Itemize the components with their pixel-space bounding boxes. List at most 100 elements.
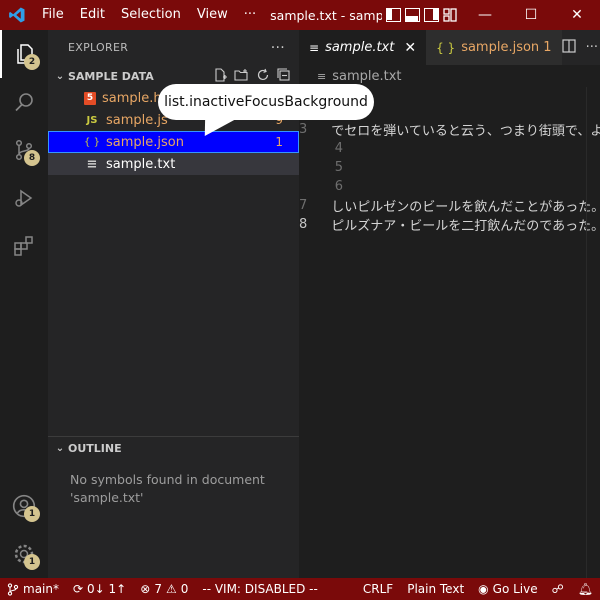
- menu-bar: File Edit Selection View ···: [34, 0, 264, 30]
- problems-status[interactable]: ⊗ 7 ⚠ 0: [133, 582, 195, 596]
- tab-label: sample.txt: [325, 40, 395, 55]
- language-status[interactable]: Plain Text: [400, 582, 471, 596]
- run-debug-icon: [15, 189, 33, 207]
- text-file-icon: ≡: [86, 156, 98, 172]
- feedback-status[interactable]: ☍: [545, 582, 571, 596]
- close-button[interactable]: ✕: [554, 0, 600, 30]
- json-file-icon: { }: [84, 136, 100, 148]
- bell-icon: 🔔︎: [577, 582, 593, 596]
- code-line: 6: [299, 177, 600, 196]
- title-bar: File Edit Selection View ··· sample.txt …: [0, 0, 600, 30]
- text-file-icon: ≡: [317, 69, 327, 83]
- new-folder-icon[interactable]: [234, 68, 249, 85]
- folder-name: SAMPLE DATA: [68, 69, 154, 83]
- explorer-activity[interactable]: 2: [0, 30, 48, 78]
- extensions-activity[interactable]: [0, 222, 48, 270]
- refresh-icon[interactable]: [256, 68, 270, 85]
- menu-selection[interactable]: Selection: [113, 0, 189, 30]
- tab-sample-txt[interactable]: ≡ sample.txt ✕: [299, 30, 427, 65]
- warning-count: 0: [180, 582, 189, 596]
- extensions-icon: [14, 236, 33, 256]
- search-icon: [15, 93, 33, 112]
- outline-section: ⌄ OUTLINE No symbols found in document '…: [48, 436, 299, 519]
- vim-status[interactable]: -- VIM: DISABLED --: [195, 582, 324, 596]
- error-icon: ⊗: [140, 582, 151, 596]
- window-title: sample.txt - sample data: [270, 7, 383, 23]
- vscode-logo-icon: [0, 0, 34, 30]
- accounts-activity[interactable]: 1: [0, 482, 48, 530]
- branch-name: main*: [23, 582, 59, 596]
- js-file-icon: JS: [86, 114, 98, 126]
- explorer-more-button[interactable]: ···: [271, 40, 285, 56]
- code-view[interactable]: 3 でセロを弾いていると云う、つまり街頭で、よく 4 5 6 7 しいピルゼンの…: [299, 120, 600, 234]
- code-line-current: 8 ピルズナア・ビールを二打飲んだのであった。: [299, 215, 600, 234]
- error-count: 7: [154, 582, 162, 596]
- sync-status[interactable]: ⟳ 0↓ 1↑: [66, 582, 133, 596]
- status-bar: main* ⟳ 0↓ 1↑ ⊗ 7 ⚠ 0 -- VIM: DISABLED -…: [0, 578, 600, 600]
- menu-more[interactable]: ···: [236, 0, 264, 30]
- tab-label: sample.json 1: [461, 40, 552, 55]
- branch-icon: [7, 582, 19, 596]
- code-line: 3 でセロを弾いていると云う、つまり街頭で、よく: [299, 120, 600, 139]
- theme-color-tooltip: list.inactiveFocusBackground: [158, 84, 374, 120]
- line-number: 4: [334, 141, 343, 156]
- sync-counts: 0↓ 1↑: [87, 582, 127, 596]
- problem-count: 1: [275, 135, 283, 149]
- warning-icon: ⚠: [165, 582, 177, 596]
- line-number: 7: [299, 198, 308, 213]
- code-line: 7 しいピルゼンのビールを飲んだことがあった。: [299, 196, 600, 215]
- vertical-scrollbar[interactable]: [586, 87, 600, 578]
- file-name: sample.json: [106, 134, 184, 150]
- toggle-panel-icon[interactable]: [405, 8, 421, 22]
- line-text: ピルズナア・ビールを二打飲んだのであった。: [331, 219, 600, 234]
- notifications-status[interactable]: 🔔︎: [571, 582, 600, 596]
- file-name: sample.js: [106, 112, 168, 128]
- line-text: しいピルゼンのビールを飲んだことがあった。: [331, 200, 600, 215]
- file-item-sample-txt[interactable]: ≡ sample.txt: [48, 153, 299, 175]
- manage-activity[interactable]: 1: [0, 530, 48, 578]
- scm-badge: 8: [24, 150, 40, 166]
- branch-status[interactable]: main*: [0, 582, 66, 596]
- tab-bar: ≡ sample.txt ✕ { } sample.json 1 ···: [299, 30, 600, 65]
- outline-section-header[interactable]: ⌄ OUTLINE: [48, 437, 299, 459]
- feedback-icon: ☍: [551, 582, 564, 596]
- settings-badge: 1: [24, 554, 40, 570]
- line-number: 5: [334, 160, 343, 175]
- accounts-badge: 1: [24, 506, 40, 522]
- outline-empty-message: No symbols found in document 'sample.txt…: [70, 472, 265, 505]
- editor-more-button[interactable]: ···: [586, 40, 598, 55]
- tab-sample-json[interactable]: { } sample.json 1: [426, 30, 562, 65]
- breadcrumb-file: sample.txt: [332, 68, 402, 84]
- explorer-title: EXPLORER: [68, 41, 129, 54]
- html-file-icon: 5: [84, 91, 96, 105]
- collapse-all-icon[interactable]: [277, 67, 291, 85]
- minimize-button[interactable]: —: [462, 0, 508, 30]
- split-editor-icon[interactable]: [561, 38, 576, 57]
- eol-status[interactable]: CRLF: [356, 582, 400, 596]
- go-live-label: Go Live: [492, 582, 538, 596]
- search-activity[interactable]: [0, 78, 48, 126]
- chevron-down-icon: ⌄: [55, 442, 65, 454]
- close-icon[interactable]: ✕: [404, 40, 416, 56]
- line-number: 8: [299, 217, 308, 232]
- toggle-sidebar-icon[interactable]: [386, 8, 402, 22]
- new-file-icon[interactable]: [213, 67, 227, 85]
- line-number: 6: [334, 179, 343, 194]
- broadcast-icon: ◉: [478, 582, 489, 596]
- sync-icon: ⟳: [72, 582, 84, 596]
- menu-file[interactable]: File: [34, 0, 72, 30]
- file-name: sample.txt: [106, 156, 176, 172]
- file-item-sample-json[interactable]: { } sample.json 1: [48, 131, 299, 153]
- run-debug-activity[interactable]: [0, 174, 48, 222]
- customize-layout-icon[interactable]: [443, 8, 458, 22]
- source-control-activity[interactable]: 8: [0, 126, 48, 174]
- go-live-status[interactable]: ◉ Go Live: [471, 582, 544, 596]
- code-line: 4: [299, 139, 600, 158]
- toggle-secondary-sidebar-icon[interactable]: [424, 8, 440, 22]
- menu-edit[interactable]: Edit: [72, 0, 113, 30]
- code-line: 5: [299, 158, 600, 177]
- menu-view[interactable]: View: [189, 0, 236, 30]
- maximize-button[interactable]: ☐: [508, 0, 554, 30]
- line-text: でセロを弾いていると云う、つまり街頭で、よく: [331, 124, 600, 139]
- line-number: 3: [299, 122, 308, 137]
